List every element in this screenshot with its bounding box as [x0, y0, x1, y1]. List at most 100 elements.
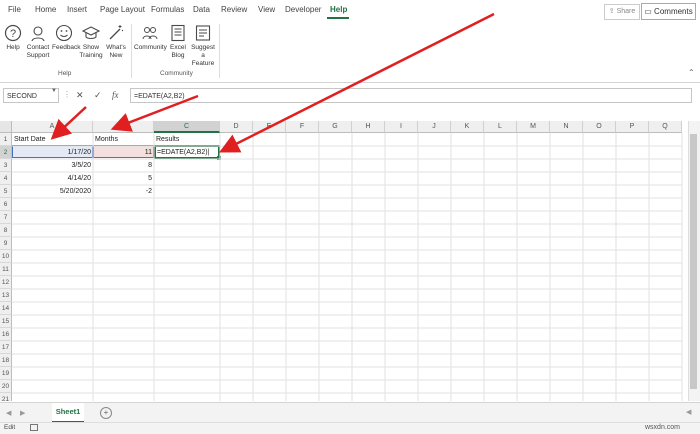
feedback-button[interactable]: Feedback [52, 24, 81, 52]
formula-input[interactable]: =EDATE(A2,B2) [130, 88, 692, 103]
sheet-tab-bar: ◀ ▶ Sheet1 + ◀ [0, 402, 700, 423]
spreadsheet-grid[interactable]: ABCDEFGHIJKLMNOPQ 1 2 3 4 5 6 7 8 9 10 11 12 13 14 15 1… [0, 121, 700, 401]
tab-home[interactable]: Home [35, 5, 56, 14]
enter-check-icon[interactable]: ✓ [94, 90, 102, 101]
row-header-17[interactable]: 17 [0, 341, 12, 354]
row-header-9[interactable]: 9 [0, 237, 12, 250]
row-header-7[interactable]: 7 [0, 211, 12, 224]
header-start-date[interactable]: Start Date [12, 133, 93, 146]
svg-text:?: ? [10, 28, 16, 40]
row-header-6[interactable]: 6 [0, 198, 12, 211]
column-header-h[interactable]: H [352, 121, 385, 133]
smiley-icon [55, 24, 73, 42]
row-header-4[interactable]: 4 [0, 172, 12, 185]
menu-bar: File Home Insert Page Layout Formulas Da… [0, 0, 700, 21]
help-button[interactable]: ? Help [4, 24, 22, 52]
graduation-cap-icon [82, 26, 100, 40]
row-header-3[interactable]: 3 [0, 159, 12, 172]
cell-a5[interactable]: 5/20/2020 [12, 185, 93, 198]
group-divider [219, 24, 220, 78]
column-header-q[interactable]: Q [649, 121, 682, 133]
tab-page-layout[interactable]: Page Layout [100, 5, 145, 14]
sheet-tab-sheet1[interactable]: Sheet1 [52, 403, 84, 423]
column-header-i[interactable]: I [385, 121, 418, 133]
row-header-11[interactable]: 11 [0, 263, 12, 276]
column-header-g[interactable]: G [319, 121, 352, 133]
column-header-d[interactable]: D [220, 121, 253, 133]
contact-support-button[interactable]: Contact Support [25, 24, 51, 60]
row-header-14[interactable]: 14 [0, 302, 12, 315]
status-bar: Edit [0, 422, 700, 434]
comment-icon: ▭ [644, 7, 655, 16]
column-header-c[interactable]: C [154, 121, 220, 133]
tab-help[interactable]: Help [330, 5, 347, 14]
row-header-8[interactable]: 8 [0, 224, 12, 237]
row-header-2[interactable]: 2 [0, 146, 12, 159]
row-header-1[interactable]: 1 [0, 133, 12, 146]
column-header-m[interactable]: M [517, 121, 550, 133]
row-header-12[interactable]: 12 [0, 276, 12, 289]
column-header-p[interactable]: P [616, 121, 649, 133]
column-header-b[interactable]: B [93, 121, 154, 133]
insert-function-icon[interactable]: fx [112, 90, 119, 100]
header-months[interactable]: Months [93, 133, 154, 146]
tab-developer[interactable]: Developer [285, 5, 321, 14]
fill-handle[interactable] [217, 156, 221, 160]
cell-a2[interactable]: 1/17/20 [12, 146, 93, 159]
add-sheet-icon[interactable]: + [100, 407, 112, 419]
accessibility-icon[interactable] [30, 424, 38, 431]
suggestion-icon [195, 25, 211, 41]
row-header-18[interactable]: 18 [0, 354, 12, 367]
column-header-o[interactable]: O [583, 121, 616, 133]
cell-b5[interactable]: -2 [93, 185, 154, 198]
cell-a4[interactable]: 4/14/20 [12, 172, 93, 185]
collapse-ribbon-icon[interactable]: ⌃ [688, 68, 695, 77]
tab-insert[interactable]: Insert [67, 5, 87, 14]
row-header-21[interactable]: 21 [0, 393, 12, 401]
cell-b4[interactable]: 5 [93, 172, 154, 185]
whats-new-button[interactable]: What's New [105, 24, 127, 60]
column-header-a[interactable]: A [12, 121, 93, 133]
show-training-button[interactable]: Show Training [79, 24, 103, 60]
cell-a3[interactable]: 3/5/20 [12, 159, 93, 172]
column-header-n[interactable]: N [550, 121, 583, 133]
excel-blog-button[interactable]: Excel Blog [169, 24, 187, 60]
tab-file[interactable]: File [8, 5, 21, 14]
tab-formulas[interactable]: Formulas [151, 5, 184, 14]
select-all-corner[interactable] [0, 121, 12, 133]
chevron-down-icon[interactable]: ▼ [51, 88, 57, 94]
cancel-icon[interactable]: ✕ [76, 90, 84, 101]
more-icon: ⋮ [63, 90, 71, 99]
row-header-19[interactable]: 19 [0, 367, 12, 380]
suggest-feature-button[interactable]: Suggest a Feature [190, 24, 216, 68]
column-header-f[interactable]: F [286, 121, 319, 133]
support-agent-icon [31, 26, 45, 42]
people-icon [142, 27, 158, 40]
column-header-l[interactable]: L [484, 121, 517, 133]
row-header-5[interactable]: 5 [0, 185, 12, 198]
scroll-left-icon[interactable]: ◀ [686, 408, 691, 416]
community-button[interactable]: Community [134, 24, 167, 52]
next-sheet-icon[interactable]: ▶ [20, 409, 25, 417]
comments-button[interactable]: ▭ Comments [641, 3, 696, 20]
column-header-k[interactable]: K [451, 121, 484, 133]
cell-b2[interactable]: 11 [93, 146, 154, 159]
prev-sheet-icon[interactable]: ◀ [6, 409, 11, 417]
row-header-10[interactable]: 10 [0, 250, 12, 263]
cell-c2-formula[interactable]: =EDATE(A2,B2)| [155, 146, 217, 159]
group-divider [131, 24, 132, 78]
share-button[interactable]: ⇪ Share [604, 4, 640, 20]
tab-review[interactable]: Review [221, 5, 247, 14]
cell-b3[interactable]: 8 [93, 159, 154, 172]
tab-view[interactable]: View [258, 5, 275, 14]
column-header-e[interactable]: E [253, 121, 286, 133]
column-header-j[interactable]: J [418, 121, 451, 133]
header-results[interactable]: Results [154, 133, 220, 146]
tab-data[interactable]: Data [193, 5, 210, 14]
row-header-20[interactable]: 20 [0, 380, 12, 393]
scrollbar-thumb[interactable] [690, 134, 697, 389]
row-header-15[interactable]: 15 [0, 315, 12, 328]
row-header-13[interactable]: 13 [0, 289, 12, 302]
row-header-16[interactable]: 16 [0, 328, 12, 341]
magic-wand-icon [109, 25, 124, 40]
